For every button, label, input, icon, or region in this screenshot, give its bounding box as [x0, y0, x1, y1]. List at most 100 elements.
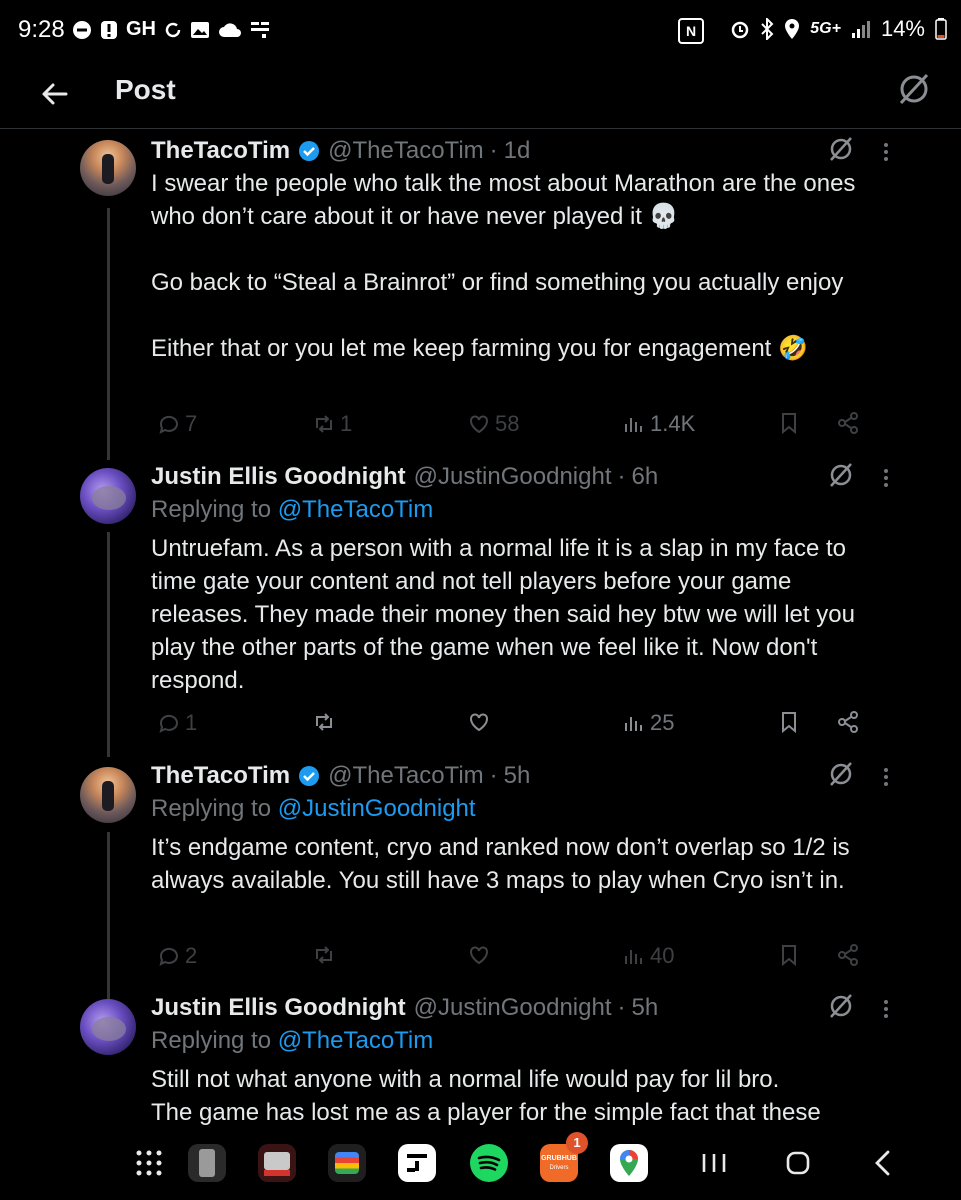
wallet-app-icon[interactable]	[328, 1144, 366, 1182]
avatar[interactable]	[80, 140, 136, 196]
replying-to: Replying to @TheTacoTim	[151, 496, 433, 524]
author-handle[interactable]: @TheTacoTim	[328, 137, 484, 165]
battery-icon	[935, 18, 947, 40]
replying-prefix: Replying to	[151, 795, 278, 822]
app-drawer-icon[interactable]	[130, 1144, 168, 1182]
location-icon	[785, 19, 800, 39]
repost-button[interactable]	[312, 943, 336, 967]
author-name[interactable]: TheTacoTim	[151, 137, 290, 165]
author-name[interactable]: TheTacoTim	[151, 762, 290, 790]
reply-count: 7	[185, 411, 198, 436]
views-button[interactable]: 1.4K	[622, 411, 695, 437]
grok-icon[interactable]	[828, 761, 854, 787]
reply-button[interactable]: 2	[157, 943, 197, 969]
grubhub-drivers-app-icon[interactable]: GRUBHUB Drivers 1	[540, 1132, 588, 1182]
gallery-icon	[191, 21, 209, 38]
phone-app-icon[interactable]	[188, 1144, 226, 1182]
heart-icon	[470, 713, 488, 732]
avatar[interactable]	[80, 999, 136, 1055]
views-button[interactable]: 25	[622, 710, 674, 736]
bookmark-icon	[782, 413, 796, 435]
avatar[interactable]	[80, 767, 136, 823]
battery-percent: 14%	[880, 16, 925, 41]
recents-button[interactable]	[695, 1144, 733, 1182]
post-header: Post	[0, 62, 961, 129]
grok-icon[interactable]	[828, 136, 854, 162]
tweet-text: Untruefam. As a person with a normal lif…	[151, 535, 862, 694]
tweet-time[interactable]: 6h	[631, 463, 658, 491]
share-button[interactable]	[836, 710, 860, 734]
grubhub-label: GRUBHUB	[541, 1155, 577, 1162]
tweet-header: Justin Ellis Goodnight @JustinGoodnight …	[151, 462, 658, 492]
grok-icon[interactable]	[828, 462, 854, 488]
back-button[interactable]	[864, 1144, 902, 1182]
tweet-card[interactable]: Justin Ellis Goodnight @JustinGoodnight …	[0, 462, 961, 752]
bluetooth-icon	[761, 18, 774, 40]
replying-mention[interactable]: @JustinGoodnight	[278, 795, 476, 822]
views-icon	[625, 717, 642, 731]
page-title: Post	[115, 74, 176, 105]
like-button[interactable]	[467, 710, 491, 734]
network-type: 5G+	[810, 20, 841, 37]
share-button[interactable]	[836, 943, 860, 967]
notification-icon	[251, 21, 269, 38]
grubhub-sublabel: Drivers	[549, 1165, 569, 1171]
more-options-icon[interactable]	[878, 466, 894, 490]
status-left-icons: GH	[72, 18, 270, 41]
repost-button[interactable]: 1	[312, 411, 352, 437]
separator-dot: ·	[489, 137, 498, 164]
author-name[interactable]: Justin Ellis Goodnight	[151, 994, 406, 1022]
share-icon	[838, 412, 858, 434]
tweet-time[interactable]: 5h	[631, 994, 658, 1022]
alert-icon	[101, 20, 117, 39]
tweet-card[interactable]: TheTacoTim @TheTacoTim · 5h Replying to …	[0, 761, 961, 986]
like-button[interactable]	[467, 943, 491, 967]
replying-to: Replying to @TheTacoTim	[151, 1027, 433, 1055]
separator-dot: ·	[617, 994, 626, 1021]
back-arrow-icon[interactable]	[36, 74, 76, 114]
views-count: 40	[650, 943, 675, 968]
avatar[interactable]	[80, 468, 136, 524]
author-name[interactable]: Justin Ellis Goodnight	[151, 463, 406, 491]
status-time: 9:28	[18, 16, 65, 43]
views-button[interactable]: 40	[622, 943, 674, 969]
grok-icon[interactable]	[897, 72, 931, 106]
repost-icon	[316, 713, 332, 731]
bookmark-button[interactable]	[777, 411, 801, 435]
replying-mention[interactable]: @TheTacoTim	[278, 1027, 434, 1054]
author-handle[interactable]: @TheTacoTim	[328, 762, 484, 790]
tweet-text: Still not what anyone with a normal life…	[151, 1066, 821, 1126]
verified-badge-icon	[299, 141, 320, 161]
share-button[interactable]	[836, 411, 860, 435]
tweet-time[interactable]: 5h	[504, 762, 531, 790]
bookmark-button[interactable]	[777, 943, 801, 967]
bookmark-button[interactable]	[777, 710, 801, 734]
more-options-icon[interactable]	[878, 765, 894, 789]
reader-app-icon[interactable]	[258, 1144, 296, 1182]
heart-icon	[470, 946, 488, 965]
repost-count: 1	[340, 411, 353, 436]
replying-mention[interactable]: @TheTacoTim	[278, 496, 434, 523]
repost-button[interactable]	[312, 710, 336, 734]
views-icon	[625, 418, 642, 432]
verified-badge-icon	[299, 766, 320, 786]
teams-app-icon[interactable]	[398, 1144, 436, 1182]
author-handle[interactable]: @JustinGoodnight	[414, 463, 612, 491]
home-button[interactable]	[779, 1144, 817, 1182]
tweet-card[interactable]: Justin Ellis Goodnight @JustinGoodnight …	[0, 993, 961, 1128]
tweet-card[interactable]: TheTacoTim @TheTacoTim · 1d I swear the …	[0, 136, 961, 456]
spotify-app-icon[interactable]	[470, 1144, 508, 1182]
reply-button[interactable]: 7	[157, 411, 197, 437]
author-handle[interactable]: @JustinGoodnight	[414, 994, 612, 1022]
more-options-icon[interactable]	[878, 997, 894, 1021]
maps-pin-icon	[620, 1150, 638, 1176]
like-button[interactable]: 58	[467, 411, 519, 437]
grok-icon[interactable]	[828, 993, 854, 1019]
more-options-icon[interactable]	[878, 140, 894, 164]
maps-app-icon[interactable]	[610, 1144, 648, 1182]
like-count: 58	[495, 411, 520, 436]
alarm-icon	[732, 21, 749, 39]
reply-button[interactable]: 1	[157, 710, 197, 736]
heart-icon	[470, 415, 488, 434]
tweet-time[interactable]: 1d	[504, 137, 531, 165]
